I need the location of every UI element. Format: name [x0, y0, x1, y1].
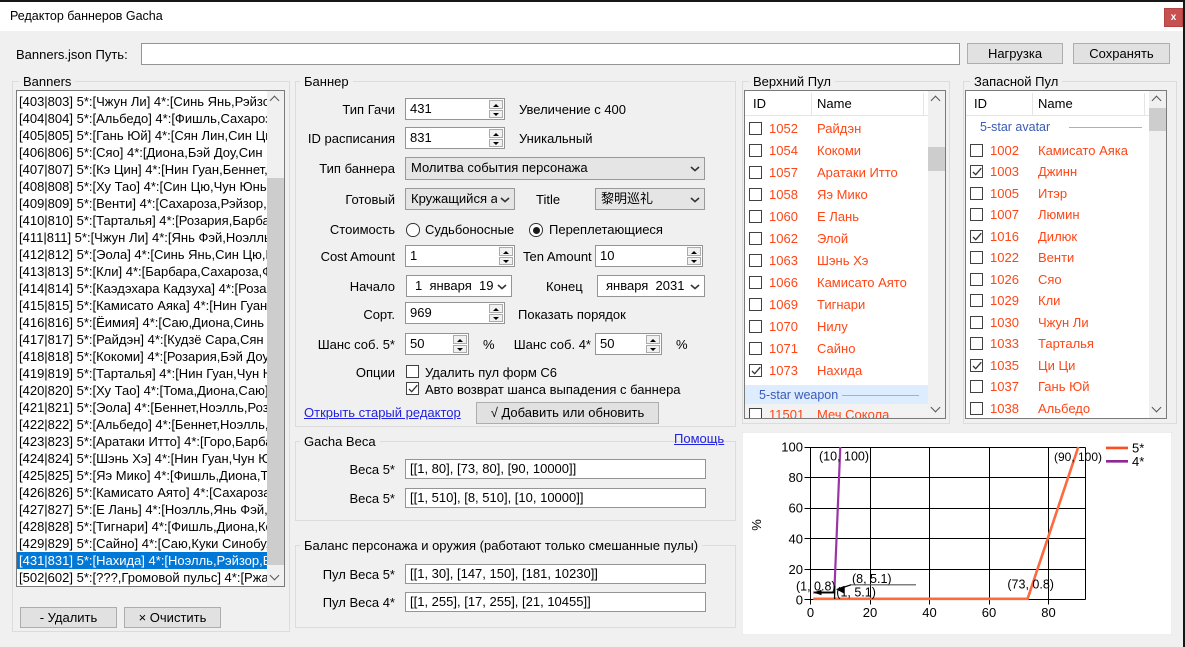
- svg-text:(73, 0.8): (73, 0.8): [1007, 578, 1054, 592]
- svg-text:(1, 0.8): (1, 0.8): [796, 580, 836, 594]
- svg-text:%: %: [749, 519, 764, 531]
- svg-text:20: 20: [789, 562, 803, 577]
- svg-text:(8, 5.1): (8, 5.1): [852, 572, 892, 586]
- svg-text:100: 100: [781, 440, 803, 455]
- svg-text:40: 40: [922, 605, 936, 620]
- svg-text:80: 80: [1041, 605, 1055, 620]
- svg-text:4*: 4*: [1132, 454, 1144, 469]
- svg-text:80: 80: [789, 470, 803, 485]
- svg-text:(10, 100): (10, 100): [819, 450, 869, 464]
- svg-text:0: 0: [796, 593, 803, 608]
- svg-text:60: 60: [982, 605, 996, 620]
- svg-text:(90, 100): (90, 100): [1054, 450, 1102, 464]
- svg-text:0: 0: [807, 605, 814, 620]
- svg-text:60: 60: [789, 501, 803, 516]
- svg-text:40: 40: [789, 531, 803, 546]
- svg-text:20: 20: [863, 605, 877, 620]
